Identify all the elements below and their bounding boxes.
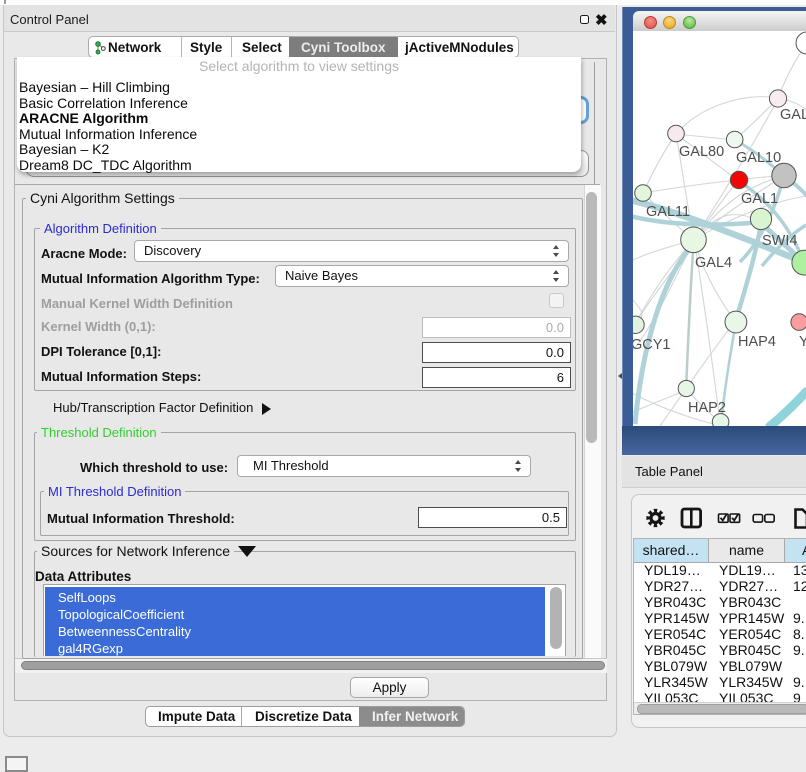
svg-text:GAL10: GAL10 xyxy=(736,150,781,166)
svg-text:SWI4: SWI4 xyxy=(762,233,797,249)
svg-text:Y: Y xyxy=(799,334,806,350)
svg-text:HAP4: HAP4 xyxy=(738,334,776,350)
svg-text:GAL80: GAL80 xyxy=(679,144,724,160)
svg-text:GCY1: GCY1 xyxy=(633,337,671,353)
svg-text:GAL8: GAL8 xyxy=(780,107,806,123)
svg-text:HAP2: HAP2 xyxy=(688,400,726,416)
svg-text:GAL4: GAL4 xyxy=(695,255,732,271)
svg-text:GAL11: GAL11 xyxy=(646,204,690,220)
svg-text:GAL1: GAL1 xyxy=(741,191,778,207)
